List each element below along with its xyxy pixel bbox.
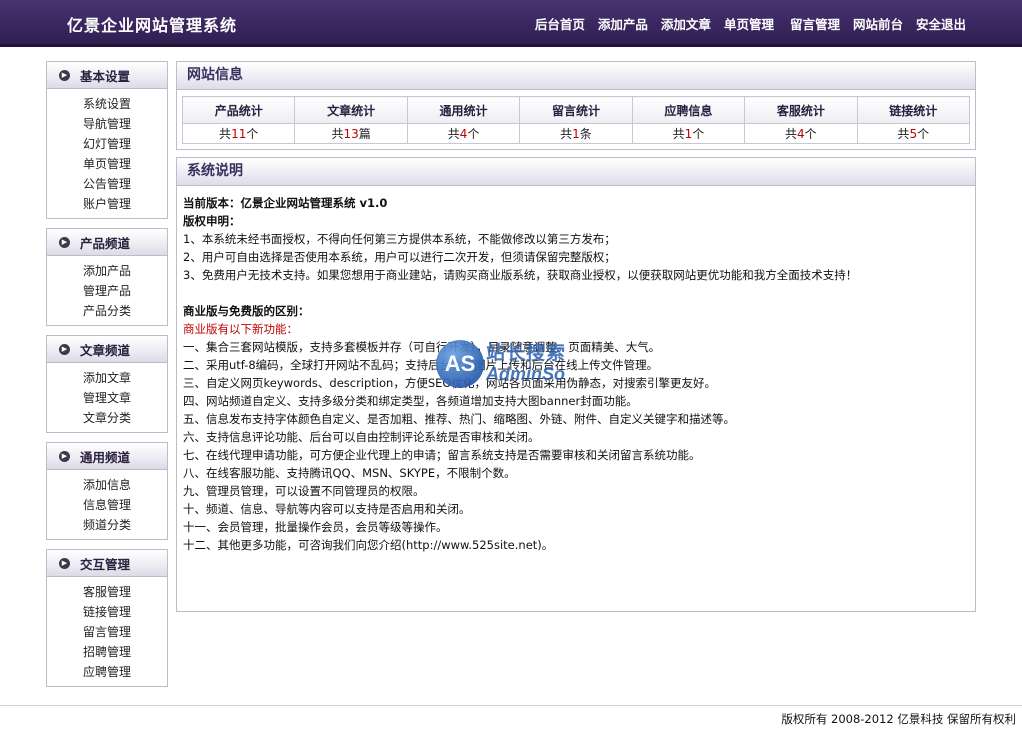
- sidebar-group-header[interactable]: ▶ 产品频道: [47, 229, 167, 256]
- sidebar-group-title: 文章频道: [80, 342, 131, 358]
- sidebar-group-title: 通用频道: [80, 449, 131, 465]
- stat-value: 5: [909, 127, 918, 141]
- stat-value: 13: [343, 127, 359, 141]
- nav-logout[interactable]: 安全退出: [916, 14, 966, 33]
- sidebar-item-message-manage[interactable]: 留言管理: [83, 622, 167, 642]
- column-header: 通用统计: [406, 96, 521, 124]
- feature-item: 六、支持信息评论功能、后台可以自由控制评论系统是否审核和关闭。: [183, 430, 540, 444]
- circle-arrow-icon: ▶: [59, 450, 70, 462]
- nav-add-product[interactable]: 添加产品: [598, 14, 648, 33]
- sidebar-item-recruit-manage[interactable]: 招聘管理: [83, 642, 167, 662]
- app-title: 亿景企业网站管理系统: [67, 16, 238, 35]
- sidebar-group-header[interactable]: ▶ 通用频道: [47, 443, 167, 470]
- sidebar-item-notice-manage[interactable]: 公告管理: [83, 174, 167, 194]
- stat-value: 1: [572, 127, 580, 141]
- nav-site-front[interactable]: 网站前台: [853, 14, 903, 33]
- sidebar-item-account-manage[interactable]: 账户管理: [83, 194, 167, 214]
- copyright-heading: 版权申明：: [183, 214, 241, 228]
- sidebar-item-slide-manage[interactable]: 幻灯管理: [83, 134, 167, 154]
- nav-page-manage[interactable]: 单页管理: [724, 14, 774, 33]
- circle-arrow-icon: ▶: [59, 557, 70, 569]
- stats-table: 产品统计 文章统计 通用统计 留言统计 应聘信息 客服统计 链接统计 共11个 …: [181, 96, 971, 144]
- sidebar-group-article: ▶ 文章频道 添加文章 管理文章 文章分类: [46, 335, 168, 433]
- sidebar-group-header[interactable]: ▶ 文章频道: [47, 336, 167, 363]
- sidebar-item-nav-manage[interactable]: 导航管理: [83, 114, 167, 134]
- circle-arrow-icon: ▶: [59, 236, 70, 248]
- feature-item: 七、在线代理申请功能，可方便企业代理上的申请；留言系统支持是否需要审核和关闭留言…: [183, 448, 701, 462]
- copyright-item: 2、用户可自由选择是否使用本系统，用户可以进行二次开发，但须请保留完整版权；: [183, 250, 616, 264]
- feature-item: 四、网站频道自定义、支持多级分类和绑定类型，各频道增加支持大图banner封面功…: [183, 394, 638, 408]
- feature-item: 五、信息发布支持字体颜色自定义、是否加粗、推荐、热门、缩略图、外链、附件、自定义…: [183, 412, 735, 426]
- table-row: 共11个 共13篇 共4个 共1条 共1个 共4个 共5个: [181, 123, 971, 144]
- watermark-cn: 站长搜索: [486, 342, 567, 364]
- sidebar-item-manage-product[interactable]: 管理产品: [83, 281, 167, 301]
- nav-add-article[interactable]: 添加文章: [661, 14, 711, 33]
- sidebar-item-system-settings[interactable]: 系统设置: [83, 94, 167, 114]
- sidebar-item-link-manage[interactable]: 链接管理: [83, 602, 167, 622]
- panel-title: 网站信息: [177, 62, 975, 90]
- nav-message-manage[interactable]: 留言管理: [790, 14, 840, 33]
- footer-divider: [0, 705, 1022, 706]
- column-header: 文章统计: [294, 96, 408, 124]
- sidebar-group-general: ▶ 通用频道 添加信息 信息管理 频道分类: [46, 442, 168, 540]
- feature-item: 八、在线客服功能、支持腾讯QQ、MSN、SKYPE，不限制个数。: [183, 466, 516, 480]
- sidebar-group-title: 交互管理: [80, 556, 131, 572]
- stat-link: 共5个: [856, 123, 971, 144]
- sidebar-item-application-manage[interactable]: 应聘管理: [83, 662, 167, 682]
- stat-service: 共4个: [744, 123, 858, 144]
- new-features-label: 商业版有以下新功能：: [183, 322, 298, 336]
- sidebar-group-header[interactable]: ▶ 交互管理: [47, 550, 167, 577]
- column-header: 应聘信息: [631, 96, 746, 124]
- sidebar-item-info-manage[interactable]: 信息管理: [83, 495, 167, 515]
- copyright-item: 1、本系统未经书面授权，不得向任何第三方提供本系统，不能做修改以第三方发布；: [183, 232, 616, 246]
- version-line: 当前版本：亿景企业网站管理系统 v1.0: [183, 196, 388, 210]
- sidebar-item-channel-category[interactable]: 频道分类: [83, 515, 167, 535]
- sidebar-group-basic: ▶ 基本设置 系统设置 导航管理 幻灯管理 单页管理 公告管理 账户管理: [46, 61, 168, 219]
- sidebar-item-add-product[interactable]: 添加产品: [83, 261, 167, 281]
- sidebar-item-page-manage[interactable]: 单页管理: [83, 154, 167, 174]
- circle-arrow-icon: ▶: [59, 343, 70, 355]
- column-header: 产品统计: [181, 96, 296, 124]
- circle-arrow-icon: ▶: [59, 69, 70, 81]
- watermark-logo: AS 站长搜索 AdminSo: [436, 338, 596, 388]
- table-header-row: 产品统计 文章统计 通用统计 留言统计 应聘信息 客服统计 链接统计: [181, 96, 971, 124]
- footer-copyright: 版权所有 2008-2012 亿景科技 保留所有权利: [781, 712, 1016, 726]
- diff-heading: 商业版与免费版的区别：: [183, 304, 310, 318]
- sidebar-item-product-category[interactable]: 产品分类: [83, 301, 167, 321]
- copyright-item: 3、免费用户无技术支持。如果您想用于商业建站，请购买商业版系统，获取商业授权，以…: [183, 268, 858, 282]
- feature-item: 十二、其他更多功能，可咨询我们向您介绍(http://www.525site.n…: [183, 538, 554, 552]
- panel-title: 系统说明: [177, 158, 975, 186]
- feature-item: 九、管理员管理，可以设置不同管理员的权限。: [183, 484, 425, 498]
- sidebar-group-header[interactable]: ▶ 基本设置: [47, 62, 167, 89]
- column-header: 留言统计: [519, 96, 633, 124]
- sidebar-item-service-manage[interactable]: 客服管理: [83, 582, 167, 602]
- stat-product: 共11个: [181, 123, 296, 144]
- stat-message: 共1条: [519, 123, 633, 144]
- sidebar-item-manage-article[interactable]: 管理文章: [83, 388, 167, 408]
- top-nav: 后台首页 添加产品 添加文章 单页管理 留言管理 网站前台 安全退出: [535, 14, 966, 33]
- column-header: 链接统计: [856, 96, 971, 124]
- sidebar-item-add-article[interactable]: 添加文章: [83, 368, 167, 388]
- watermark-badge: AS: [436, 340, 484, 388]
- site-info-panel: 网站信息 产品统计 文章统计 通用统计 留言统计 应聘信息 客服统计 链接统计 …: [176, 61, 976, 150]
- feature-item: 十一、会员管理，批量操作会员，会员等级等操作。: [183, 520, 448, 534]
- sidebar-group-interaction: ▶ 交互管理 客服管理 链接管理 留言管理 招聘管理 应聘管理: [46, 549, 168, 687]
- feature-item: 十、频道、信息、导航等内容可以支持是否启用和关闭。: [183, 502, 471, 516]
- stat-value: 4: [797, 127, 805, 141]
- stat-article: 共13篇: [294, 123, 408, 144]
- sidebar-item-article-category[interactable]: 文章分类: [83, 408, 167, 428]
- stat-general: 共4个: [406, 123, 521, 144]
- stat-value: 11: [231, 127, 247, 141]
- sidebar-group-title: 基本设置: [80, 68, 131, 84]
- column-header: 客服统计: [744, 96, 858, 124]
- watermark-en: AdminSo: [486, 364, 565, 384]
- nav-admin-home[interactable]: 后台首页: [535, 14, 585, 33]
- sidebar-group-title: 产品频道: [80, 235, 131, 251]
- sidebar-group-product: ▶ 产品频道 添加产品 管理产品 产品分类: [46, 228, 168, 326]
- stat-application: 共1个: [631, 123, 746, 144]
- top-header: 亿景企业网站管理系统 后台首页 添加产品 添加文章 单页管理 留言管理 网站前台…: [0, 0, 1022, 47]
- sidebar-item-add-info[interactable]: 添加信息: [83, 475, 167, 495]
